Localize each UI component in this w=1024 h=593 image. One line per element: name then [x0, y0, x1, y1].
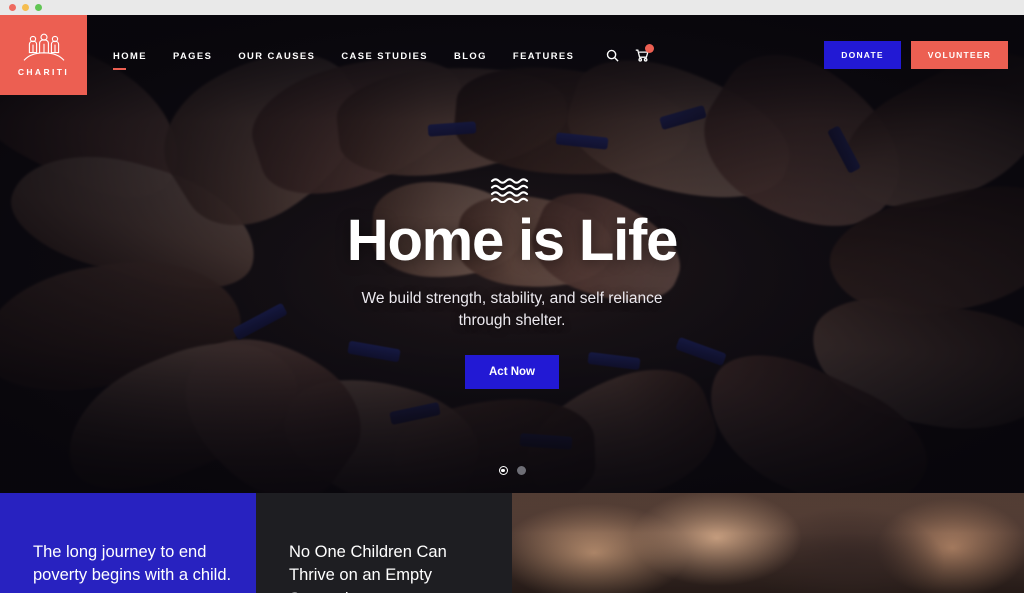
nav-item-home[interactable]: HOME — [113, 46, 147, 70]
site-logo[interactable]: CHARITI — [0, 15, 87, 95]
header-icon-group — [606, 43, 655, 62]
header-actions: DONATE VOLUNTEER — [824, 15, 1008, 95]
strip-panel-photo[interactable] — [512, 493, 1024, 593]
carousel-dot-2[interactable] — [516, 466, 526, 475]
window-maximize-button[interactable] — [35, 4, 42, 11]
cart-icon[interactable] — [635, 43, 655, 62]
act-now-button[interactable]: Act Now — [465, 354, 559, 389]
window-minimize-button[interactable] — [22, 4, 29, 11]
nav-label: HOME — [113, 49, 147, 61]
bottom-strip: The long journey to end poverty begins w… — [0, 493, 1024, 593]
strip-panel-text: No One Children Can Thrive on an Empty S… — [289, 543, 447, 593]
carousel-dot-1[interactable] — [498, 466, 508, 475]
donate-button[interactable]: DONATE — [824, 41, 901, 69]
volunteer-button[interactable]: VOLUNTEER — [910, 41, 1008, 69]
browser-window: CHARITI HOME PAGES OUR CAUSES CASE STUDI… — [0, 0, 1024, 593]
carousel-dots — [0, 466, 1024, 475]
three-people-icon — [23, 33, 64, 61]
strip-panel-hunger[interactable]: No One Children Can Thrive on an Empty S… — [256, 493, 512, 593]
cart-badge — [645, 43, 655, 53]
site-header: CHARITI HOME PAGES OUR CAUSES CASE STUDI… — [0, 15, 1024, 95]
nav-item-pages[interactable]: PAGES — [173, 46, 212, 65]
nav-item-our-causes[interactable]: OUR CAUSES — [238, 46, 315, 65]
strip-panel-text: The long journey to end poverty begins w… — [33, 543, 232, 585]
strip-panel-poverty[interactable]: The long journey to end poverty begins w… — [0, 493, 256, 593]
nav-item-features[interactable]: FEATURES — [513, 46, 574, 65]
nav-item-case-studies[interactable]: CASE STUDIES — [341, 46, 428, 65]
nav-active-underline — [113, 67, 126, 70]
logo-text: CHARITI — [17, 67, 70, 77]
search-icon[interactable] — [606, 49, 619, 62]
browser-chrome — [0, 0, 1024, 15]
window-close-button[interactable] — [9, 4, 16, 11]
nav-item-blog[interactable]: BLOG — [454, 46, 487, 65]
main-navigation: HOME PAGES OUR CAUSES CASE STUDIES BLOG … — [113, 15, 655, 95]
